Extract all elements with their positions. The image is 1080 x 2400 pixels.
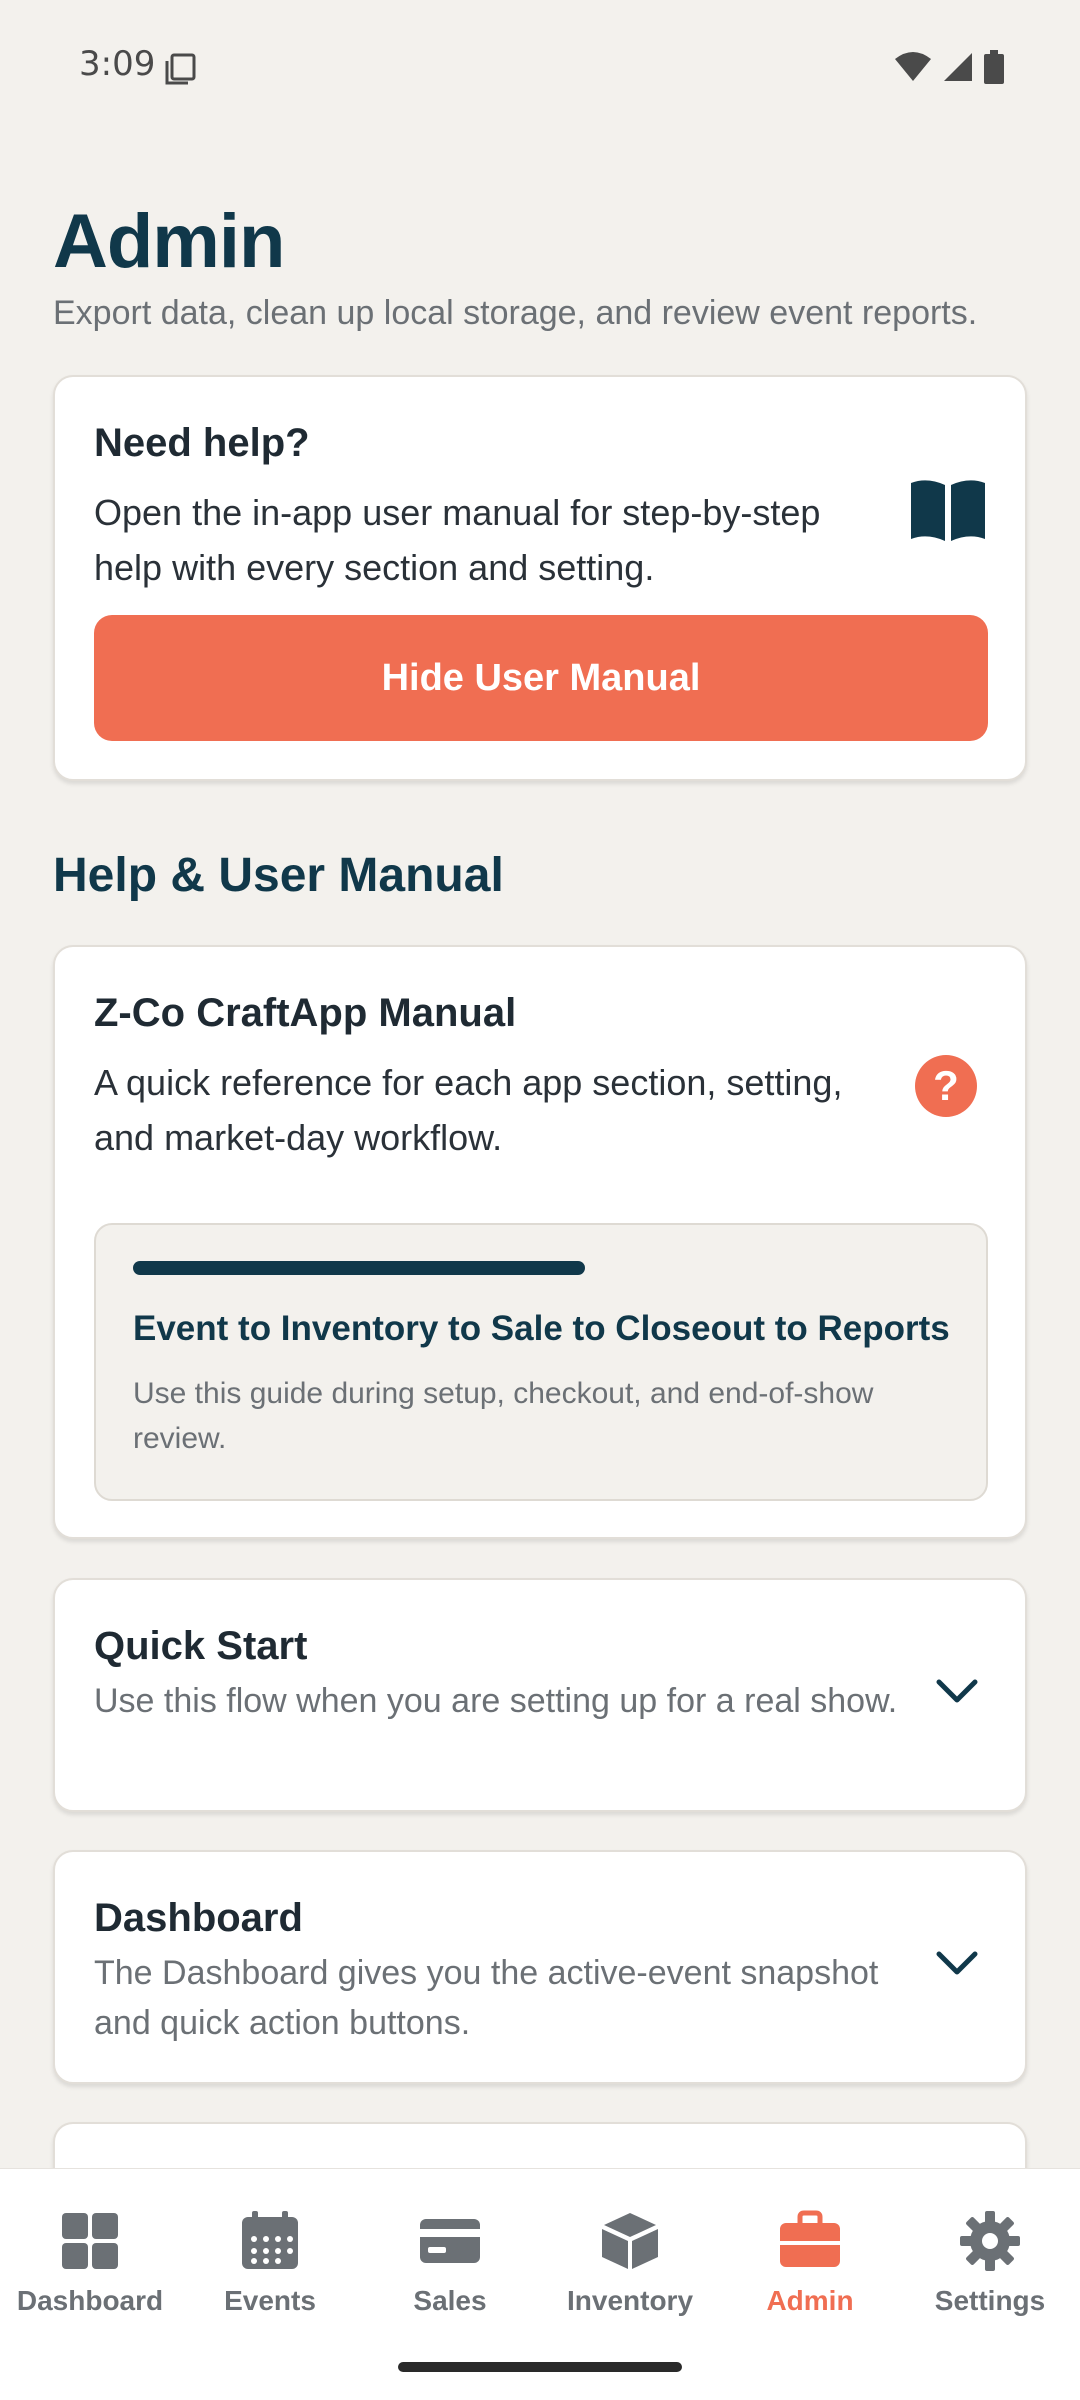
gear-icon [960,2211,1020,2271]
home-indicator[interactable] [398,2362,682,2372]
nav-label: Dashboard [16,2285,164,2316]
chevron-down-icon[interactable] [933,1676,981,1706]
calendar-icon [242,2211,298,2269]
help-card: Need help? Open the in-app user manual f… [53,375,1027,781]
battery-icon [984,50,1004,84]
accordion-quick-start[interactable]: Quick Start Use this flow when you are s… [53,1578,1027,1812]
page-subtitle: Export data, clean up local storage, and… [53,294,978,332]
manual-card-title: Z-Co CraftApp Manual [94,991,517,1035]
nav-item-dashboard[interactable]: Dashboard [0,2209,180,2329]
nav-label: Admin [766,2285,854,2316]
workflow-box: Event to Inventory to Sale to Closeout t… [94,1223,988,1501]
box-icon [602,2213,658,2269]
help-card-text: Open the in-app user manual for step-by-… [94,492,821,588]
book-icon [911,480,985,541]
workflow-text: Use this guide during setup, checkout, a… [133,1377,874,1455]
cell-signal-icon [944,53,972,81]
section-heading: Help & User Manual [53,849,504,902]
accordion-dashboard[interactable]: Dashboard The Dashboard gives you the ac… [53,1850,1027,2084]
card-icon [420,2219,480,2263]
nav-label: Settings [934,2285,1046,2316]
nav-item-events[interactable]: Events [180,2209,360,2329]
question-icon: ? [915,1055,977,1117]
accordion-text: The Dashboard gives you the active-event… [94,1954,879,2042]
wifi-icon [895,52,931,81]
nav-label: Inventory [566,2285,694,2316]
nav-item-admin[interactable]: Admin [720,2209,900,2329]
nav-item-inventory[interactable]: Inventory [540,2209,720,2329]
nav-label: Events [224,2285,316,2316]
status-bar: 3:09 [0,0,1080,130]
workflow-accent-bar [133,1261,585,1275]
nav-item-settings[interactable]: Settings [900,2209,1080,2329]
accordion-text: Use this flow when you are setting up fo… [94,1682,898,1720]
nav-item-sales[interactable]: Sales [360,2209,540,2329]
help-card-title: Need help? [94,421,310,465]
chevron-down-icon[interactable] [933,1948,981,1978]
nav-label: Sales [413,2285,487,2316]
manual-card: Z-Co CraftApp Manual A quick reference f… [53,945,1027,1539]
briefcase-icon [780,2210,840,2267]
dashboard-grid-icon [62,2213,118,2269]
accordion-title: Dashboard [94,1896,303,1940]
hide-user-manual-button[interactable]: Hide User Manual [94,615,988,741]
status-icons [894,50,1004,84]
accordion-title: Quick Start [94,1624,308,1668]
workflow-title: Event to Inventory to Sale to Closeout t… [133,1309,950,1348]
screenshot-notification-icon [165,53,196,85]
page-title: Admin [53,199,285,284]
manual-card-text: A quick reference for each app section, … [94,1062,843,1158]
status-time: 3:09 [79,44,156,84]
